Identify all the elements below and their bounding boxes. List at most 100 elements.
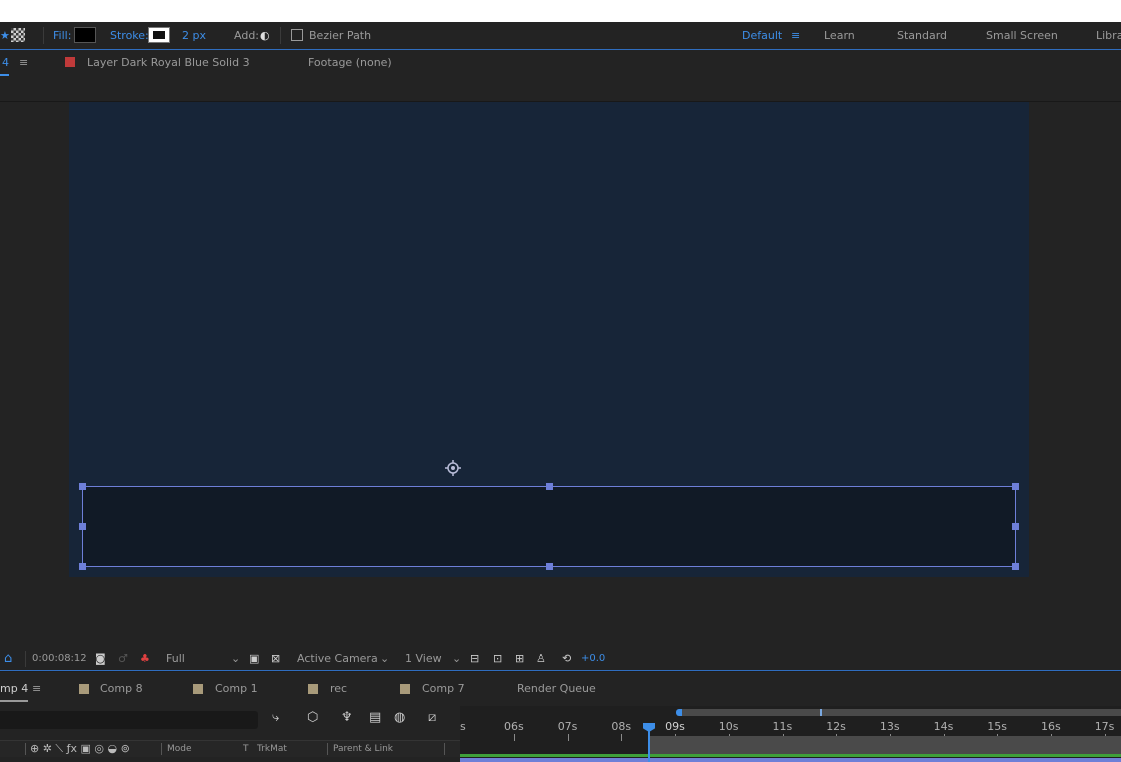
viewer-subbar <box>0 76 1121 102</box>
workspace-menu-icon[interactable]: ≡ <box>791 22 800 49</box>
ruler-tick-mark <box>514 734 515 741</box>
ruler-tick-label: 17s <box>1094 720 1115 733</box>
column-divider <box>25 743 26 755</box>
selected-rectangle-layer[interactable] <box>79 483 1019 570</box>
work-area-marker <box>820 709 822 716</box>
workspace-standard[interactable]: Standard <box>897 22 947 49</box>
workspace-default[interactable]: Default <box>742 22 782 49</box>
flowchart-icon[interactable]: ♙ <box>536 647 546 671</box>
star-tool-icon[interactable]: ★ <box>0 22 10 49</box>
tab-comp-4[interactable]: mp 4 <box>0 672 29 702</box>
tab-render-queue[interactable]: Render Queue <box>517 672 596 706</box>
switches-column-icons: ⊕ ✲ ⟍ ƒx ▣ ◎ ◒ ⊚ <box>30 742 130 755</box>
transform-handle[interactable] <box>1012 523 1019 530</box>
stroke-label[interactable]: Stroke: <box>110 22 149 49</box>
work-area-bar[interactable] <box>680 709 1121 716</box>
view-layout-dropdown[interactable]: 1 View <box>405 647 442 671</box>
toolbar-divider <box>43 27 44 44</box>
checker-icon[interactable] <box>11 28 25 42</box>
layer-tab-prefix: Layer <box>87 56 118 69</box>
trkmat-column-header[interactable]: TrkMat <box>257 742 287 756</box>
timeline-icon[interactable]: ⊞ <box>515 647 524 671</box>
stroke-width-value[interactable]: 2 px <box>182 22 206 49</box>
resolution-dropdown[interactable]: Full <box>166 647 185 671</box>
footage-tab[interactable]: Footage (none) <box>308 50 392 76</box>
ruler-tick-mark <box>621 734 623 741</box>
viewer-controls: ⌂ 0:00:08:12 ◙ ♂ ♣ Full ⌄ ▣ ⊠ Active Cam… <box>0 647 1121 671</box>
workspace-learn[interactable]: Learn <box>824 22 855 49</box>
transform-handle[interactable] <box>546 563 553 570</box>
layer-duration-bar[interactable] <box>648 736 1121 754</box>
draft-3d-icon[interactable]: ⬡ <box>307 710 318 725</box>
bezier-checkbox[interactable] <box>291 29 303 41</box>
chevron-down-icon: ⌄ <box>380 652 390 665</box>
current-timecode[interactable]: 0:00:08:12 <box>32 647 87 671</box>
transform-handle[interactable] <box>79 523 86 530</box>
transparency-grid-icon[interactable]: ⊠ <box>271 647 280 671</box>
layer-search-input[interactable] <box>0 711 258 729</box>
anchor-point-icon[interactable] <box>445 460 461 476</box>
region-of-interest-icon[interactable]: ⌂ <box>4 647 12 671</box>
title-strip <box>0 0 1121 22</box>
transform-handle[interactable] <box>79 563 86 570</box>
tab-rec[interactable]: rec <box>330 672 347 706</box>
ruler-tick-label: 11s <box>772 720 793 733</box>
motion-blur-icon[interactable]: ◍ <box>394 710 405 725</box>
comp-tab-label: 4 <box>2 56 9 69</box>
graph-editor-icon[interactable]: ⧄ <box>428 710 436 725</box>
stroke-swatch[interactable] <box>148 27 170 43</box>
layer-tab[interactable]: Layer Dark Royal Blue Solid 3 <box>87 50 250 76</box>
footage-tab-prefix: Footage <box>308 56 353 69</box>
mode-column-header[interactable]: Mode <box>167 742 192 756</box>
channels-icon[interactable]: ♣ <box>140 647 150 671</box>
transform-handle[interactable] <box>1012 483 1019 490</box>
exposure-value[interactable]: +0.0 <box>581 647 605 671</box>
snapshot-icon[interactable]: ◙ <box>95 647 106 671</box>
layer-duration-bar-selected[interactable] <box>460 758 1121 762</box>
work-area-start-handle[interactable] <box>676 709 682 716</box>
frame-blending-icon[interactable]: ▤ <box>369 710 381 725</box>
ruler-tick-label: 06s <box>504 720 524 733</box>
layer-color-swatch <box>65 57 75 67</box>
reset-exposure-icon[interactable]: ⟲ <box>562 647 571 671</box>
camera-dropdown[interactable]: Active Camera <box>297 647 378 671</box>
add-menu-icon[interactable]: ◐ <box>260 22 270 49</box>
fill-label[interactable]: Fill: <box>53 22 71 49</box>
tab-comp-1[interactable]: Comp 1 <box>215 672 258 706</box>
t-column-header[interactable]: T <box>243 742 249 756</box>
fill-swatch[interactable] <box>74 27 96 43</box>
ruler-tick-label: s <box>460 720 466 733</box>
comp-color-swatch <box>308 684 318 694</box>
fast-previews-icon[interactable]: ▣ <box>249 647 259 671</box>
chevron-down-icon: ⌄ <box>231 652 241 665</box>
transform-handle[interactable] <box>546 483 553 490</box>
tab-comp-7[interactable]: Comp 7 <box>422 672 465 706</box>
tab-menu-icon[interactable]: ≡ <box>32 672 41 706</box>
toolbar-divider <box>280 27 281 44</box>
comp-tab[interactable]: 4 <box>0 50 9 76</box>
transform-handle[interactable] <box>1012 563 1019 570</box>
show-snapshot-icon[interactable]: ♂ <box>118 647 128 671</box>
ruler-tick-label: 13s <box>879 720 900 733</box>
tab-comp-8[interactable]: Comp 8 <box>100 672 143 706</box>
timeline-switches: ⤷ ⬡ ♆ ▤ ◍ ⧄ <box>272 710 462 730</box>
toggle-pixel-aspect-icon[interactable]: ⊟ <box>470 647 479 671</box>
comp-mini-flowchart-icon[interactable]: ⤷ <box>272 710 279 725</box>
ruler-tick-label: 15s <box>987 720 1008 733</box>
ruler-tick-label: 09s <box>665 720 685 733</box>
parent-column-header[interactable]: Parent & Link <box>333 742 393 756</box>
workspace-small-screen[interactable]: Small Screen <box>986 22 1058 49</box>
shy-layers-icon[interactable]: ♆ <box>341 710 353 725</box>
ruler-tick-label: 08s <box>611 720 632 733</box>
ruler-tick-label: 07s <box>557 720 578 733</box>
bezier-label: Bezier Path <box>309 29 372 42</box>
transform-handle[interactable] <box>79 483 86 490</box>
panel-menu-icon[interactable]: ≡ <box>19 50 28 76</box>
workspace-libraries[interactable]: Libra <box>1096 22 1121 49</box>
chevron-down-icon: ⌄ <box>452 652 462 665</box>
column-divider <box>327 743 328 755</box>
comp-color-swatch <box>400 684 410 694</box>
fast-preview-options-icon[interactable]: ⊡ <box>493 647 502 671</box>
layer-tab-name: Dark Royal Blue Solid 3 <box>121 56 250 69</box>
layer-column-headers: ⊕ ✲ ⟍ ƒx ▣ ◎ ◒ ⊚ Mode T TrkMat Parent & … <box>0 740 460 757</box>
